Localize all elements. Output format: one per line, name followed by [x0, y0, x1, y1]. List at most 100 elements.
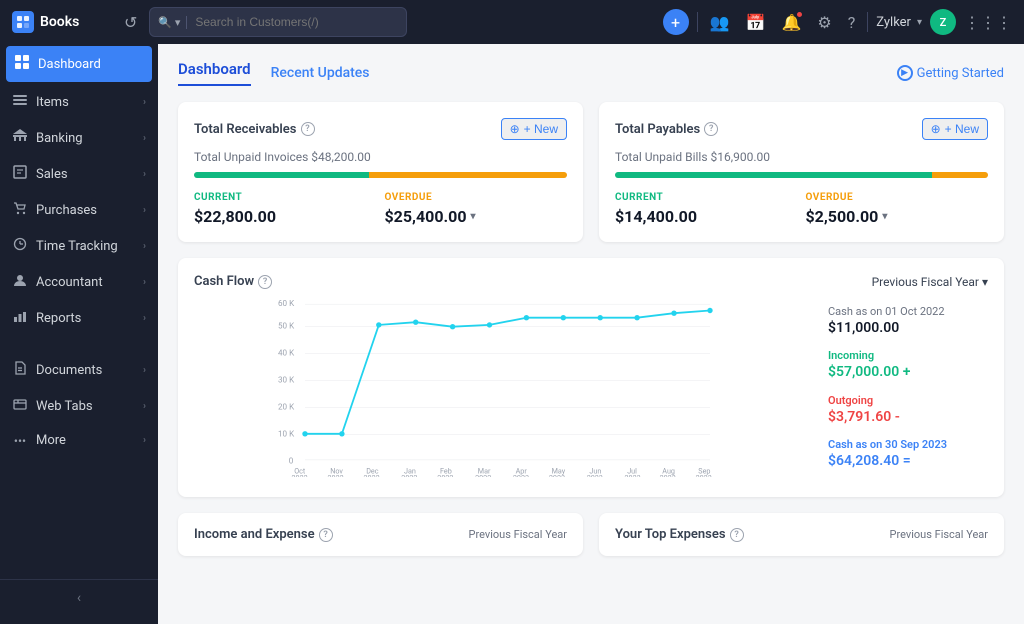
top-expenses-info-icon[interactable]: ? [730, 528, 744, 542]
cashflow-info-icon[interactable]: ? [258, 275, 272, 289]
income-expense-filter[interactable]: Previous Fiscal Year [469, 528, 567, 541]
dashboard-header: Dashboard Recent Updates ▶ Getting Start… [178, 60, 1004, 86]
cf-outgoing-label: Outgoing [828, 394, 988, 407]
search-input[interactable] [195, 15, 398, 29]
tab-recent-updates[interactable]: Recent Updates [271, 65, 370, 81]
sidebar-item-documents[interactable]: Documents › [0, 352, 158, 388]
web-tabs-icon [12, 397, 28, 415]
cf-stat-closing: Cash as on 30 Sep 2023 $64,208.40 = [828, 438, 988, 469]
svg-text:2023: 2023 [696, 474, 712, 477]
payables-card: Total Payables ? ⊕ + New Total Unpaid Bi… [599, 102, 1004, 242]
top-expenses-filter[interactable]: Previous Fiscal Year [890, 528, 988, 541]
svg-text:30 K: 30 K [278, 375, 295, 385]
svg-text:50 K: 50 K [278, 321, 295, 331]
payables-info-icon[interactable]: ? [704, 122, 718, 136]
sidebar-label-documents: Documents [36, 363, 135, 378]
payables-new-plus-icon: ⊕ [931, 122, 941, 136]
help-icon[interactable]: ? [844, 9, 860, 36]
sidebar-label-purchases: Purchases [36, 203, 135, 218]
payables-header: Total Payables ? ⊕ + New [615, 118, 988, 140]
dashboard-icon [14, 55, 30, 73]
overdue-dropdown-icon[interactable]: ▾ [471, 211, 476, 222]
sidebar-label-time-tracking: Time Tracking [36, 239, 135, 254]
main-content: Dashboard Recent Updates ▶ Getting Start… [158, 44, 1024, 624]
svg-text:10 K: 10 K [278, 429, 295, 439]
documents-icon [12, 361, 28, 379]
search-type-selector[interactable]: 🔍 ▾ [158, 16, 187, 29]
sidebar-item-reports[interactable]: Reports › [0, 300, 158, 336]
svg-text:2023: 2023 [660, 474, 676, 477]
payables-current-bar [615, 172, 932, 178]
sidebar-item-items[interactable]: Items › [0, 84, 158, 120]
logo-icon [12, 11, 34, 33]
top-expenses-title: Your Top Expenses ? [615, 527, 744, 542]
getting-started-circle-icon: ▶ [897, 65, 913, 81]
sidebar-item-banking[interactable]: Banking › [0, 120, 158, 156]
receivables-new-button[interactable]: ⊕ + New [501, 118, 567, 140]
cf-incoming-value: $57,000.00 + [828, 364, 988, 380]
receivables-unpaid-label: Total Unpaid Invoices $48,200.00 [194, 150, 567, 164]
sales-arrow-icon: › [143, 169, 146, 180]
contacts-icon[interactable]: 👥 [706, 9, 734, 36]
payables-overdue-dropdown-icon[interactable]: ▾ [882, 211, 887, 222]
cf-opening-date-label: Cash as on 01 Oct 2022 [828, 305, 988, 318]
cf-incoming-label: Incoming [828, 349, 988, 362]
notifications-icon[interactable]: 🔔 [777, 9, 805, 36]
top-expenses-card: Your Top Expenses ? Previous Fiscal Year [599, 513, 1004, 556]
cf-stat-outgoing: Outgoing $3,791.60 - [828, 394, 988, 425]
settings-icon[interactable]: ⚙ [813, 9, 835, 36]
sidebar-item-purchases[interactable]: Purchases › [0, 192, 158, 228]
receivables-info-icon[interactable]: ? [301, 122, 315, 136]
sidebar-item-more[interactable]: ••• More › [0, 424, 158, 457]
items-icon [12, 93, 28, 111]
income-expense-card: Income and Expense ? Previous Fiscal Yea… [178, 513, 583, 556]
svg-text:2022: 2022 [401, 474, 417, 477]
sidebar-item-web-tabs[interactable]: Web Tabs › [0, 388, 158, 424]
cf-outgoing-value: $3,791.60 - [828, 409, 988, 425]
cf-stat-incoming: Incoming $57,000.00 + [828, 349, 988, 380]
add-new-button[interactable]: + [663, 9, 689, 35]
nav-divider [697, 12, 698, 32]
top-navigation: Books ↺ 🔍 ▾ + 👥 📅 🔔 ⚙ ? Zylker ▾ Z ⋮⋮⋮ [0, 0, 1024, 44]
cf-stat-opening: Cash as on 01 Oct 2022 $11,000.00 [828, 305, 988, 336]
more-icon: ••• [12, 434, 28, 448]
sidebar-item-dashboard[interactable]: Dashboard [6, 46, 152, 82]
search-bar[interactable]: 🔍 ▾ [149, 7, 407, 37]
receivables-amounts: CURRENT $22,800.00 OVERDUE $25,400.00 ▾ [194, 192, 567, 226]
sidebar-item-accountant[interactable]: Accountant › [0, 264, 158, 300]
main-layout: Dashboard Items › [0, 44, 1024, 624]
receivables-progress [194, 172, 567, 178]
user-avatar[interactable]: Z [930, 9, 956, 35]
receivables-overdue-bar [369, 172, 567, 178]
payables-amounts: CURRENT $14,400.00 OVERDUE $2,500.00 ▾ [615, 192, 988, 226]
app-logo: Books [12, 11, 112, 33]
banking-icon [12, 129, 28, 147]
receivables-title: Total Receivables ? [194, 122, 315, 137]
receivables-current-bar [194, 172, 369, 178]
getting-started-label: Getting Started [917, 66, 1004, 81]
svg-text:2023: 2023 [625, 474, 641, 477]
sidebar-collapse-button[interactable]: ‹ [0, 579, 158, 616]
cf-closing-value: $64,208.40 = [828, 453, 988, 469]
user-name: Zylker [876, 15, 911, 30]
sidebar: Dashboard Items › [0, 44, 158, 624]
payables-title: Total Payables ? [615, 122, 718, 137]
sidebar-label-web-tabs: Web Tabs [36, 399, 135, 414]
sidebar-item-sales[interactable]: Sales › [0, 156, 158, 192]
banking-arrow-icon: › [143, 133, 146, 144]
payables-progress [615, 172, 988, 178]
tab-dashboard[interactable]: Dashboard [178, 60, 251, 86]
user-menu[interactable]: Zylker ▾ [876, 15, 922, 30]
svg-text:20 K: 20 K [278, 402, 295, 412]
income-expense-info-icon[interactable]: ? [319, 528, 333, 542]
app-grid-icon[interactable]: ⋮⋮⋮ [964, 13, 1012, 32]
purchases-arrow-icon: › [143, 205, 146, 216]
sidebar-item-time-tracking[interactable]: Time Tracking › [0, 228, 158, 264]
refresh-button[interactable]: ↺ [120, 9, 141, 36]
receivables-overdue-label: OVERDUE [385, 192, 568, 203]
payables-new-button[interactable]: ⊕ + New [922, 118, 988, 140]
calendar-icon[interactable]: 📅 [742, 9, 770, 36]
getting-started-link[interactable]: ▶ Getting Started [897, 65, 1004, 81]
cashflow-title: Cash Flow ? [194, 274, 272, 289]
cashflow-filter-dropdown[interactable]: Previous Fiscal Year ▾ [872, 275, 988, 289]
